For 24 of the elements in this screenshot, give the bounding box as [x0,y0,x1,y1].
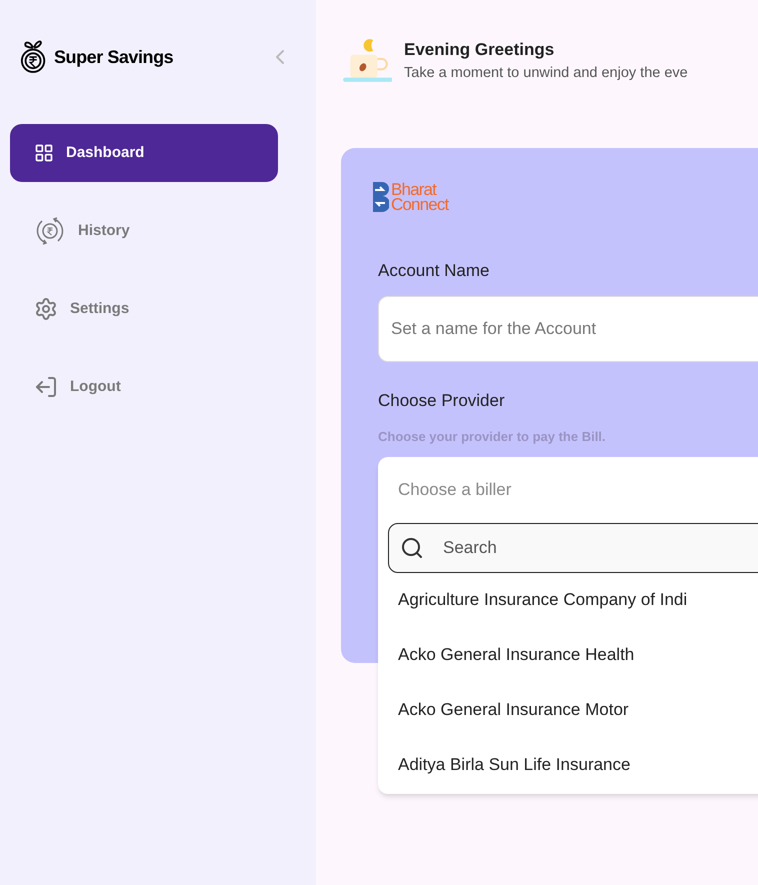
grid-icon [34,143,54,163]
nav-item[interactable]: History [10,202,278,260]
search-field[interactable]: Search [388,522,758,572]
logo-text: Connect [391,197,448,212]
nav-item[interactable]: Logout [10,358,278,416]
logout-icon [34,375,58,399]
brand-name: Super Savings [54,46,174,69]
greeting-subtitle: Take a moment to unwind and enjoy the eve [404,64,688,83]
choose-provider-label: Choose Provider [378,390,506,412]
logo-mark-icon [373,182,389,212]
biller-option[interactable]: Agriculture Insurance Company of Indi [378,572,758,628]
account-name-field[interactable]: Set a name for the Account [378,296,758,362]
greeting-title: Evening Greetings [404,39,556,62]
provider-hint: Choose your provider to pay the Bill. [378,428,607,446]
nav-item[interactable]: Dashboard [10,124,278,182]
settings-icon [34,297,58,321]
rupee-cycle-icon [34,215,66,247]
biller-option[interactable]: Acko General Insurance Motor [378,682,758,738]
biller-option[interactable]: Aditya Birla Sun Life Insurance [378,738,758,792]
logo-text: Bharat [391,182,436,197]
search-icon [400,536,424,560]
account-name-label: Account Name [378,260,490,282]
biller-option[interactable]: Acko General Insurance Health [378,628,758,682]
nav-item[interactable]: Settings [10,280,278,338]
